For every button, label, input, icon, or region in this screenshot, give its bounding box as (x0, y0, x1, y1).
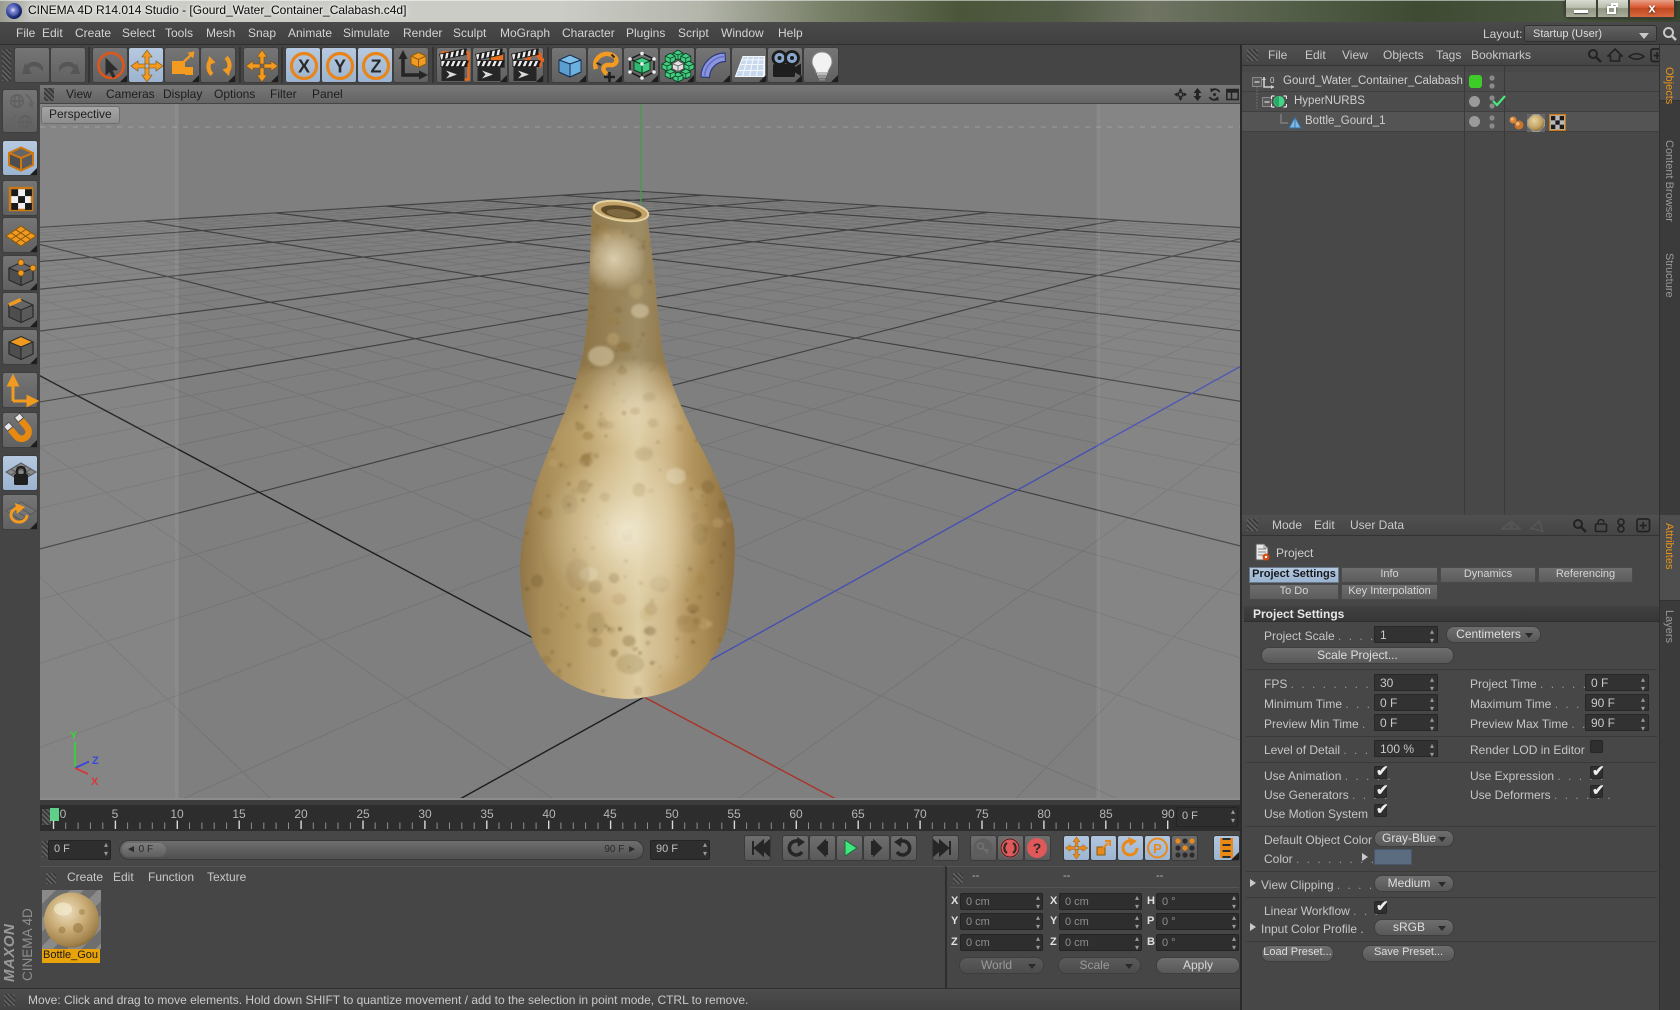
svg-text:20: 20 (294, 807, 308, 821)
svg-text:85: 85 (1099, 807, 1113, 821)
svg-text:0: 0 (60, 807, 67, 821)
svg-text:80: 80 (1037, 807, 1051, 821)
svg-text:25: 25 (356, 807, 370, 821)
svg-text:35: 35 (480, 807, 494, 821)
svg-text:P: P (1153, 841, 1162, 856)
svg-text:Z: Z (92, 755, 99, 767)
svg-text:10: 10 (170, 807, 184, 821)
svg-text:5: 5 (112, 807, 119, 821)
svg-text:15: 15 (232, 807, 246, 821)
svg-text:90: 90 (1161, 807, 1175, 821)
svg-text:30: 30 (418, 807, 432, 821)
svg-text:50: 50 (665, 807, 679, 821)
svg-text:0: 0 (1270, 76, 1275, 85)
svg-text:Y: Y (334, 57, 346, 77)
svg-text:40: 40 (542, 807, 556, 821)
svg-text:45: 45 (603, 807, 617, 821)
svg-text:X: X (91, 776, 99, 788)
svg-text:?: ? (1033, 840, 1042, 856)
svg-text:65: 65 (851, 807, 865, 821)
svg-text:60: 60 (789, 807, 803, 821)
svg-text:Z: Z (371, 57, 382, 77)
svg-text:Y: Y (70, 730, 78, 742)
svg-text:70: 70 (913, 807, 927, 821)
svg-text:55: 55 (727, 807, 741, 821)
svg-text:75: 75 (975, 807, 989, 821)
svg-text:X: X (298, 57, 310, 77)
